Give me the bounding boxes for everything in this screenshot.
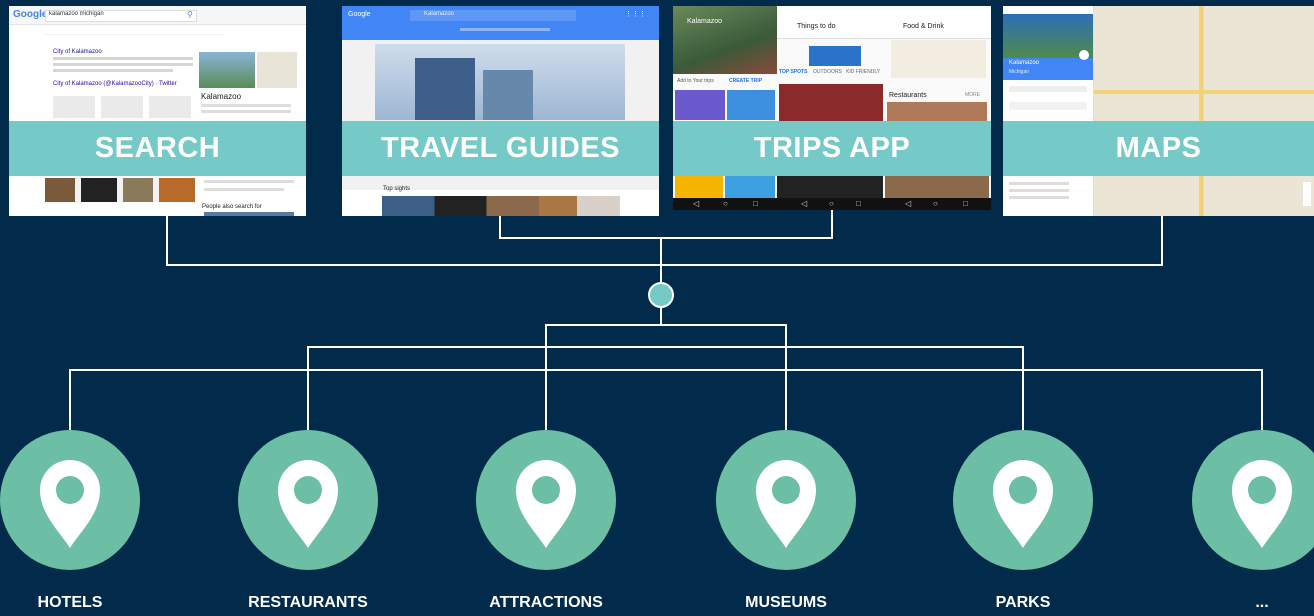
source-panel-trips-app: Kalamazoo Things to do TOP SPOTS OUTDOOR… [673, 6, 991, 210]
podium-illustration [809, 46, 861, 66]
category-node [1192, 430, 1314, 570]
search-tabs [45, 28, 225, 35]
knowledge-panel-map [257, 52, 297, 88]
google-logo: Google [348, 11, 371, 18]
home-icon[interactable]: ○ [723, 199, 728, 208]
category-node [0, 430, 140, 570]
knowledge-panel-title: Kalamazoo [201, 92, 242, 101]
category-node [716, 430, 856, 570]
search-input[interactable]: kalamazoo michigan [45, 10, 197, 22]
thumbnail-row [45, 178, 195, 202]
recents-icon[interactable]: □ [963, 199, 968, 208]
menu-icon[interactable]: ⋮⋮⋮ [625, 10, 646, 18]
google-logo: Google [13, 9, 48, 20]
zoom-controls[interactable] [1303, 182, 1311, 206]
hub-node [648, 282, 674, 308]
search-icon[interactable]: ⚲ [187, 10, 193, 19]
back-icon[interactable]: ◁ [905, 199, 911, 208]
guides-search-input[interactable]: Kalamazoo [410, 10, 576, 21]
source-label: TRIPS APP [673, 121, 991, 176]
source-panel-search: Google kalamazoo michigan ⚲ City of Kala… [9, 6, 306, 216]
things-to-do-title: Things to do [797, 23, 836, 30]
directions-icon[interactable] [1079, 50, 1089, 60]
add-trips-label: Add to Your trips [677, 78, 714, 84]
knowledge-panel-photo [199, 52, 255, 88]
category-node [238, 430, 378, 570]
category-label: ... [1255, 594, 1269, 611]
recents-icon[interactable]: □ [753, 199, 758, 208]
category-node [476, 430, 616, 570]
people-also-search-label: People also search for [202, 204, 262, 210]
home-icon[interactable]: ○ [829, 199, 834, 208]
category-label: PARKS [995, 594, 1051, 611]
home-icon[interactable]: ○ [933, 199, 938, 208]
more-link[interactable]: MORE [965, 92, 980, 98]
back-icon[interactable]: ◁ [801, 199, 807, 208]
category-node [953, 430, 1093, 570]
food-drink-title: Food & Drink [903, 23, 944, 30]
trip-city-title: Kalamazoo [687, 18, 723, 25]
food-illustration [891, 40, 986, 78]
place-region: Michigan [1009, 69, 1030, 75]
restaurants-title: Restaurants [889, 92, 927, 99]
create-trip-button[interactable]: CREATE TRIP [729, 78, 762, 84]
source-label: TRAVEL GUIDES [342, 121, 659, 176]
back-icon[interactable]: ◁ [693, 199, 699, 208]
recents-icon[interactable]: □ [856, 199, 861, 208]
source-panel-travel-guides: Google Kalamazoo ⋮⋮⋮ Top sights TRAVEL G… [342, 6, 659, 216]
source-label: MAPS [1003, 121, 1314, 176]
top-spots-tab[interactable]: TOP SPOTS [779, 69, 807, 75]
source-panel-maps: Kalamazoo Michigan MAPS [1003, 6, 1314, 216]
category-label: ATTRACTIONS [489, 594, 603, 611]
hero-photo [375, 44, 625, 120]
place-title: Kalamazoo [1009, 60, 1040, 66]
outdoors-tab[interactable]: OUTDOORS [813, 69, 842, 75]
kid-friendly-tab[interactable]: KID FRIENDLY [846, 69, 880, 75]
category-label: MUSEUMS [745, 594, 827, 611]
top-sights-label: Top sights [383, 186, 411, 192]
map-canvas [1093, 6, 1314, 216]
category-label: HOTELS [37, 594, 103, 611]
source-label: SEARCH [9, 121, 306, 176]
result-title[interactable]: City of Kalamazoo [53, 49, 102, 55]
sights-thumbnails [382, 196, 620, 216]
category-label: RESTAURANTS [248, 594, 368, 611]
result-title[interactable]: City of Kalamazoo (@KalamazooCity) · Twi… [53, 81, 177, 87]
